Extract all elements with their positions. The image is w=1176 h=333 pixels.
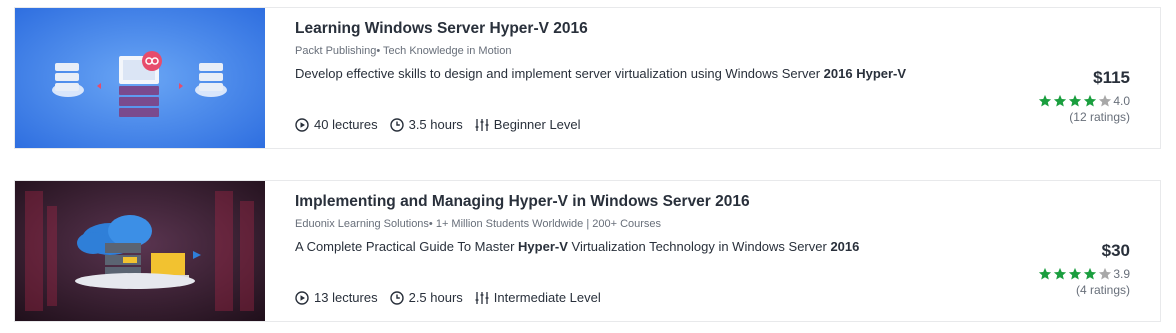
clock-icon bbox=[389, 117, 404, 132]
course-thumbnail[interactable] bbox=[15, 181, 265, 321]
star-empty-icon bbox=[1099, 267, 1112, 280]
rating-value: 3.9 bbox=[1113, 267, 1130, 281]
play-icon bbox=[295, 290, 309, 305]
server-rack-icon bbox=[105, 243, 141, 277]
star-empty-icon bbox=[1099, 94, 1112, 107]
duration-info: 3.5 hours bbox=[389, 117, 463, 132]
star-full-icon bbox=[1069, 267, 1082, 280]
star-full-icon bbox=[1039, 94, 1052, 107]
course-title[interactable]: Implementing and Managing Hyper-V in Win… bbox=[295, 191, 995, 213]
level-info: Intermediate Level bbox=[475, 290, 601, 305]
course-price: $115 bbox=[1093, 68, 1130, 87]
star-full-icon bbox=[1054, 267, 1067, 280]
course-card[interactable]: Learning Windows Server Hyper-V 2016 Pac… bbox=[14, 7, 1161, 149]
level-icon bbox=[475, 118, 489, 131]
course-instructor: Packt Publishing• Tech Knowledge in Moti… bbox=[295, 45, 512, 57]
level-info: Beginner Level bbox=[475, 117, 581, 132]
course-headline: Develop effective skills to design and i… bbox=[295, 66, 907, 81]
level-text: Beginner Level bbox=[493, 117, 581, 132]
course-price: $30 bbox=[1101, 241, 1130, 260]
ratings-count: (4 ratings) bbox=[1075, 283, 1130, 297]
server-icon bbox=[195, 63, 227, 97]
star-full-icon bbox=[1069, 94, 1082, 107]
ratings-count: (12 ratings) bbox=[1069, 110, 1130, 124]
course-title[interactable]: Learning Windows Server Hyper-V 2016 bbox=[295, 18, 995, 40]
duration-text: 3.5 hours bbox=[408, 117, 463, 132]
lectures-info: 40 lectures bbox=[295, 117, 378, 132]
star-rating: 4.0 bbox=[990, 94, 1130, 108]
star-full-icon bbox=[1039, 267, 1052, 280]
lectures-info: 13 lectures bbox=[295, 290, 378, 305]
star-rating: 3.9 bbox=[990, 267, 1130, 281]
course-meta: 13 lectures 2.5 hours Intermediate Level bbox=[295, 290, 613, 305]
course-thumbnail[interactable] bbox=[15, 8, 265, 148]
rating-value: 4.0 bbox=[1113, 94, 1130, 108]
clock-icon bbox=[389, 290, 404, 305]
lectures-count: 13 lectures bbox=[314, 290, 378, 305]
course-card[interactable]: Implementing and Managing Hyper-V in Win… bbox=[14, 180, 1161, 322]
duration-info: 2.5 hours bbox=[389, 290, 463, 305]
course-instructor: Eduonix Learning Solutions• 1+ Million S… bbox=[295, 218, 662, 230]
lectures-count: 40 lectures bbox=[314, 117, 378, 132]
duration-text: 2.5 hours bbox=[408, 290, 463, 305]
price-rating: $30 3.9 (4 ratings) bbox=[990, 241, 1130, 297]
star-full-icon bbox=[1084, 94, 1097, 107]
level-icon bbox=[475, 291, 489, 304]
course-headline: A Complete Practical Guide To Master Hyp… bbox=[295, 239, 860, 254]
level-text: Intermediate Level bbox=[493, 290, 601, 305]
star-full-icon bbox=[1084, 267, 1097, 280]
price-rating: $115 4.0 (12 ratings) bbox=[990, 68, 1130, 124]
star-full-icon bbox=[1054, 94, 1067, 107]
course-meta: 40 lectures 3.5 hours Beginner Level bbox=[295, 117, 593, 132]
play-icon bbox=[295, 117, 309, 132]
